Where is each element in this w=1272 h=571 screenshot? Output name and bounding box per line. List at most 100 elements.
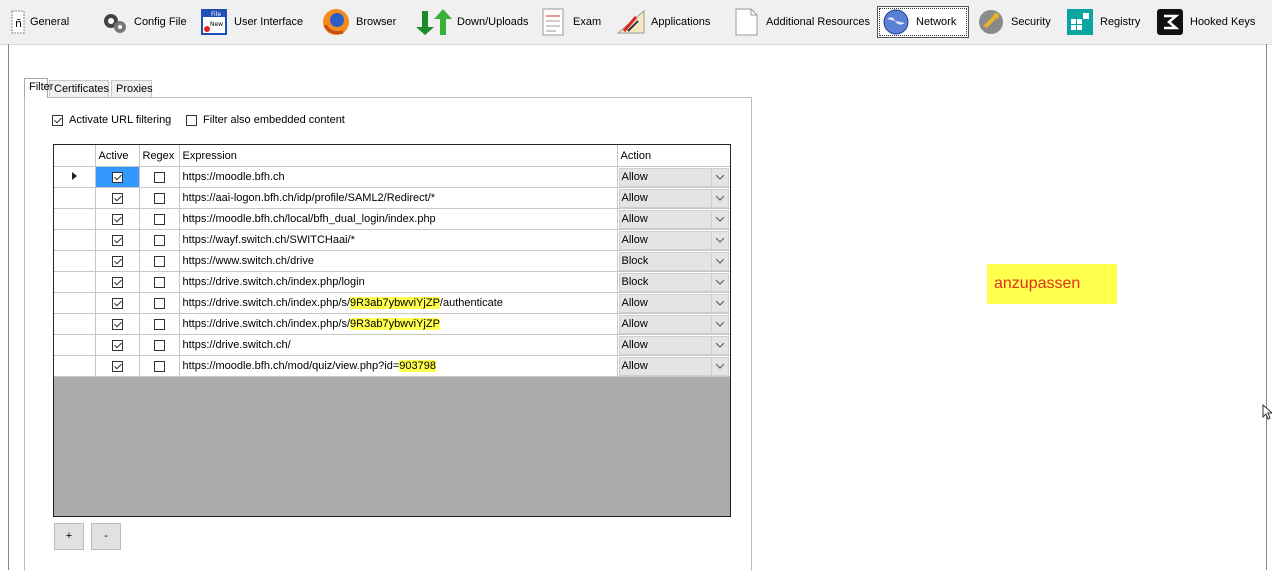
- regex-checkbox[interactable]: [153, 339, 165, 351]
- active-cell[interactable]: [95, 166, 140, 188]
- chevron-down-icon[interactable]: [710, 231, 728, 249]
- row-header[interactable]: [54, 208, 96, 230]
- table-row[interactable]: https://drive.switch.ch/Allow: [54, 334, 730, 356]
- tab-network[interactable]: Network: [877, 6, 969, 38]
- active-cell[interactable]: [95, 187, 140, 209]
- regex-checkbox[interactable]: [153, 360, 165, 372]
- tab-exam[interactable]: Exam: [535, 6, 609, 38]
- column-header-regex[interactable]: Regex: [139, 145, 180, 167]
- expression-cell[interactable]: https://aai-logon.bfh.ch/idp/profile/SAM…: [179, 187, 618, 209]
- active-checkbox[interactable]: [111, 255, 123, 267]
- active-cell[interactable]: [95, 229, 140, 251]
- regex-cell[interactable]: [139, 166, 180, 188]
- action-cell[interactable]: Block: [617, 250, 730, 272]
- active-cell[interactable]: [95, 355, 140, 377]
- regex-cell[interactable]: [139, 292, 180, 314]
- expression-cell[interactable]: https://www.switch.ch/drive: [179, 250, 618, 272]
- action-select[interactable]: Block: [618, 272, 729, 292]
- tab-down-uploads[interactable]: Down/Uploads: [409, 6, 530, 38]
- action-select[interactable]: Allow: [618, 356, 729, 376]
- action-select[interactable]: Allow: [618, 293, 729, 313]
- table-row[interactable]: https://drive.switch.ch/index.php/s/9R3a…: [54, 313, 730, 335]
- active-cell[interactable]: [95, 250, 140, 272]
- active-cell[interactable]: [95, 313, 140, 335]
- regex-cell[interactable]: [139, 187, 180, 209]
- expression-cell[interactable]: https://moodle.bfh.ch/local/bfh_dual_log…: [179, 208, 618, 230]
- action-select[interactable]: Allow: [618, 209, 729, 229]
- table-row[interactable]: https://wayf.switch.ch/SWITCHaai/* Allow: [54, 229, 730, 251]
- tab-filter[interactable]: Filter: [24, 78, 53, 98]
- remove-rule-button[interactable]: -: [91, 523, 121, 550]
- expression-cell[interactable]: https://wayf.switch.ch/SWITCHaai/*: [179, 229, 618, 251]
- tab-browser[interactable]: Browser: [318, 6, 404, 38]
- active-cell[interactable]: [95, 208, 140, 230]
- row-header[interactable]: [54, 355, 96, 377]
- activate-url-filtering-option[interactable]: Activate URL filtering: [52, 114, 171, 126]
- table-row[interactable]: https://aai-logon.bfh.ch/idp/profile/SAM…: [54, 187, 730, 209]
- expression-cell[interactable]: https://moodle.bfh.ch: [179, 166, 618, 188]
- tab-additional-resources[interactable]: Additional Resources: [728, 6, 873, 38]
- tab-security[interactable]: Security: [973, 6, 1055, 38]
- expression-cell[interactable]: https://moodle.bfh.ch/mod/quiz/view.php?…: [179, 355, 618, 377]
- regex-checkbox[interactable]: [153, 297, 165, 309]
- action-cell[interactable]: Allow: [617, 229, 730, 251]
- tab-proxies[interactable]: Proxies: [111, 80, 153, 97]
- expression-cell[interactable]: https://drive.switch.ch/index.php/s/9R3a…: [179, 313, 618, 335]
- row-header[interactable]: [54, 313, 96, 335]
- action-select[interactable]: Allow: [618, 335, 729, 355]
- action-cell[interactable]: Allow: [617, 313, 730, 335]
- tab-user-interface[interactable]: File New User Interface: [196, 6, 308, 38]
- regex-checkbox[interactable]: [153, 276, 165, 288]
- action-select[interactable]: Block: [618, 251, 729, 271]
- chevron-down-icon[interactable]: [710, 210, 728, 228]
- row-header[interactable]: [54, 250, 96, 272]
- column-header-active[interactable]: Active: [95, 145, 140, 167]
- active-checkbox[interactable]: [111, 297, 123, 309]
- active-cell[interactable]: [95, 292, 140, 314]
- regex-checkbox[interactable]: [153, 192, 165, 204]
- active-checkbox[interactable]: [111, 234, 123, 246]
- tab-applications[interactable]: Applications: [613, 6, 719, 38]
- table-row[interactable]: https://www.switch.ch/drive Block: [54, 250, 730, 272]
- chevron-down-icon[interactable]: [710, 294, 728, 312]
- tab-config-file[interactable]: Config File: [96, 6, 187, 38]
- regex-cell[interactable]: [139, 229, 180, 251]
- add-rule-button[interactable]: +: [54, 523, 84, 550]
- regex-checkbox[interactable]: [153, 255, 165, 267]
- filter-embedded-option[interactable]: Filter also embedded content: [186, 114, 345, 126]
- action-select[interactable]: Allow: [618, 314, 729, 334]
- regex-cell[interactable]: [139, 271, 180, 293]
- filter-embedded-checkbox[interactable]: [186, 114, 197, 126]
- action-cell[interactable]: Allow: [617, 208, 730, 230]
- column-header-action[interactable]: Action: [617, 145, 730, 167]
- action-select[interactable]: Allow: [618, 188, 729, 208]
- regex-checkbox[interactable]: [153, 213, 165, 225]
- expression-cell[interactable]: https://drive.switch.ch/index.php/login: [179, 271, 618, 293]
- chevron-down-icon[interactable]: [710, 168, 728, 186]
- action-cell[interactable]: Allow: [617, 355, 730, 377]
- table-row[interactable]: https://drive.switch.ch/index.php/s/9R3a…: [54, 292, 730, 314]
- regex-checkbox[interactable]: [153, 318, 165, 330]
- active-checkbox[interactable]: [111, 192, 123, 204]
- row-header[interactable]: [54, 166, 96, 188]
- regex-cell[interactable]: [139, 208, 180, 230]
- active-checkbox[interactable]: [111, 360, 123, 372]
- table-row[interactable]: https://drive.switch.ch/index.php/login B…: [54, 271, 730, 293]
- activate-url-filtering-checkbox[interactable]: [52, 114, 63, 126]
- row-header[interactable]: [54, 271, 96, 293]
- regex-cell[interactable]: [139, 313, 180, 335]
- active-checkbox[interactable]: [111, 276, 123, 288]
- expression-cell[interactable]: https://drive.switch.ch/index.php/s/9R3a…: [179, 292, 618, 314]
- active-cell[interactable]: [95, 334, 140, 356]
- chevron-down-icon[interactable]: [710, 189, 728, 207]
- column-header-expression[interactable]: Expression: [179, 145, 618, 167]
- regex-checkbox[interactable]: [153, 171, 165, 183]
- tab-hooked-keys[interactable]: Hooked Keys: [1152, 6, 1266, 38]
- action-cell[interactable]: Allow: [617, 334, 730, 356]
- regex-cell[interactable]: [139, 250, 180, 272]
- action-select[interactable]: Allow: [618, 167, 729, 187]
- chevron-down-icon[interactable]: [710, 357, 728, 375]
- table-row[interactable]: https://moodle.bfh.ch/mod/quiz/view.php?…: [54, 355, 730, 377]
- row-header[interactable]: [54, 292, 96, 314]
- row-header[interactable]: [54, 187, 96, 209]
